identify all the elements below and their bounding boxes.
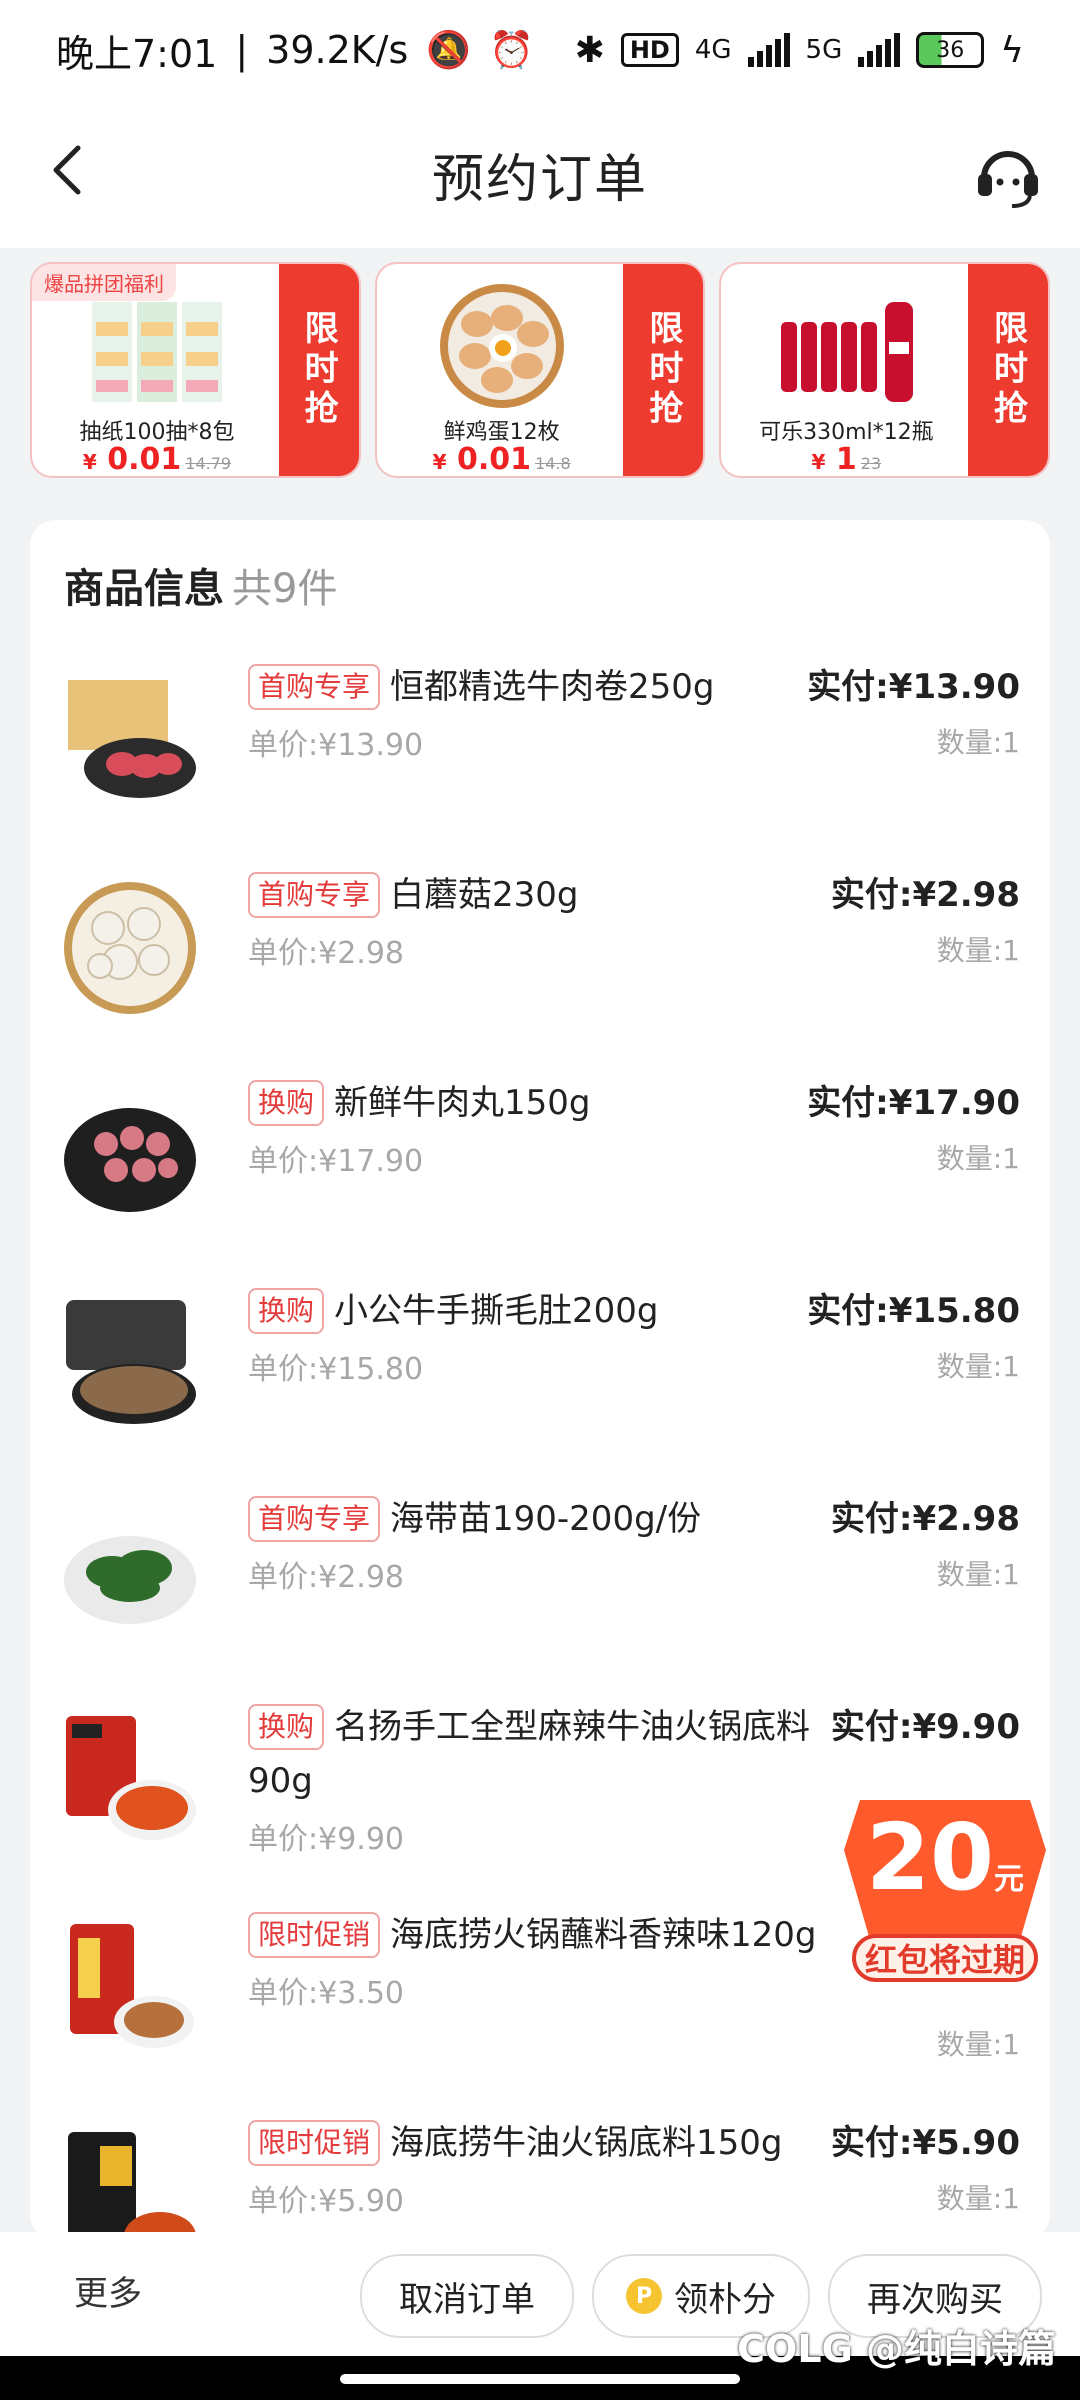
promo-badge: 换购 [248, 1080, 325, 1126]
coupon-label: 红包将过期 [864, 1941, 1025, 1979]
promo-badge: 限时促销 [248, 2120, 381, 2166]
signal-icon-2 [858, 33, 901, 67]
status-time: 晚上7:01 [56, 31, 218, 76]
coupon-unit: 元 [994, 1862, 1025, 1897]
quantity: 数量:1 [936, 2028, 1020, 2061]
net-5g-label: 5G [805, 35, 843, 65]
page-title: 预约订单 [431, 149, 648, 210]
promo-badge: 首购专享 [248, 664, 381, 710]
promo-price: ¥ 0.01 14.79 [82, 442, 232, 477]
goods-name: 海底捞火锅蘸料香辣味120g [390, 1915, 817, 1955]
unit-price: 单价:¥17.90 [248, 1144, 424, 1179]
quantity: 数量:1 [936, 1558, 1020, 1591]
network-speed: 39.2K/s [266, 28, 409, 72]
goods-name: 海带苗190-200g/份 [390, 1499, 702, 1539]
unit-price: 单价:¥5.90 [248, 2184, 404, 2219]
promo-flash-label: 限时抢 [268, 264, 359, 476]
cola-bottles-image [781, 302, 914, 402]
bluetooth-icon: ✱ [574, 29, 605, 71]
goods-name: 小公牛手撕毛肚200g [334, 1291, 659, 1331]
beef-roll-image [68, 680, 196, 798]
tissue-pack-image [92, 302, 222, 402]
unit-price: 单价:¥9.90 [248, 1822, 404, 1857]
paid-amount: 实付:¥13.90 [807, 667, 1020, 707]
dipping-sauce-image [70, 1924, 194, 2048]
battery-icon: 36 [916, 32, 985, 68]
unit-price: 单价:¥15.80 [248, 1352, 424, 1387]
beef-ball-image [64, 1108, 196, 1212]
quantity: 数量:1 [936, 934, 1020, 967]
quantity: 数量:1 [936, 726, 1020, 759]
unit-price: 单价:¥3.50 [248, 1976, 404, 2011]
more-button[interactable]: 更多 [74, 2266, 142, 2315]
net-4g-label: 4G [694, 35, 732, 65]
alarm-icon: ⏰ [489, 30, 534, 71]
quantity: 数量:1 [936, 2182, 1020, 2215]
promo-badge: 首购专享 [248, 1496, 381, 1542]
paid-amount: 实付:¥9.90 [830, 1707, 1020, 1747]
paid-amount: 实付:¥2.98 [830, 875, 1020, 915]
promo-card-eggs[interactable]: 鲜鸡蛋12枚 ¥ 0.01 14.8 限时抢 [374, 262, 706, 478]
signal-icon [747, 33, 790, 67]
coupon-float[interactable]: 20元 红包将过期 [840, 1790, 1050, 1990]
promo-badge: 限时促销 [248, 1912, 381, 1958]
paid-amount: 实付:¥5.90 [830, 2123, 1020, 2163]
hotpot-base-image [66, 1716, 196, 1840]
nav-bar: 预约订单 [0, 100, 1080, 248]
coupon-amount: 20 [865, 1804, 995, 1911]
goods-name: 海底捞牛油火锅底料150g [390, 2123, 783, 2163]
customer-service-icon[interactable] [972, 140, 1044, 212]
unit-price: 单价:¥2.98 [248, 936, 404, 971]
goods-name: 名扬手工全型麻辣牛油火锅底料90g [248, 1707, 811, 1801]
promo-badge: 换购 [248, 1704, 325, 1750]
back-arrow-icon[interactable] [40, 140, 100, 200]
goods-count: 共9件 [232, 566, 338, 612]
tripe-image [66, 1300, 196, 1424]
promo-flash-label: 限时抢 [613, 264, 704, 476]
paid-amount: 实付:¥2.98 [830, 1499, 1020, 1539]
promo-card-cola[interactable]: 可乐330ml*12瓶 ¥ 1 23 限时抢 [719, 262, 1051, 478]
promo-badge: 换购 [248, 1288, 325, 1334]
goods-name: 白蘑菇230g [390, 875, 579, 915]
promo-price: ¥ 0.01 14.8 [432, 442, 571, 477]
quantity: 数量:1 [936, 1142, 1020, 1175]
quantity: 数量:1 [936, 1350, 1020, 1383]
claim-points-label: 领朴分 [674, 2279, 776, 2320]
promo-badge: 首购专享 [248, 872, 381, 918]
promo-price: ¥ 1 23 [811, 442, 882, 477]
promo-strip: 爆品拼团福利 抽纸100抽*8包 ¥ 0.01 14.79 限时抢 鲜鸡蛋12枚 … [30, 262, 1051, 494]
paid-amount: 实付:¥17.90 [807, 1083, 1020, 1123]
beef-tallow-base-image [68, 2132, 196, 2240]
promo-card-tissue[interactable]: 爆品拼团福利 抽纸100抽*8包 ¥ 0.01 14.79 限时抢 [30, 262, 361, 478]
goods-section-title: 商品信息 共9件 [64, 566, 338, 612]
watermark: COLG @纯白诗篇 [737, 2327, 1056, 2371]
charging-icon: ϟ [1000, 29, 1024, 71]
mushroom-image [64, 882, 196, 1014]
unit-price: 单价:¥13.90 [248, 728, 424, 763]
promo-flash-label: 限时抢 [958, 264, 1049, 476]
goods-name: 恒都精选牛肉卷250g [390, 667, 715, 707]
unit-price: 单价:¥2.98 [248, 1560, 404, 1595]
status-bar: 晚上7:01 | 39.2K/s 🔕 ⏰ ✱ HD 4G 5G 36 ϟ [0, 0, 1080, 100]
mute-icon: 🔕 [426, 30, 472, 71]
goods-name: 新鲜牛肉丸150g [334, 1083, 591, 1123]
kelp-image [64, 1536, 196, 1624]
home-pill[interactable] [340, 2374, 740, 2384]
paid-amount: 实付:¥15.80 [807, 1291, 1020, 1331]
eggs-image [439, 284, 564, 408]
hd-voice-icon: HD [620, 33, 679, 67]
coin-icon: P [626, 2278, 662, 2314]
cancel-order-button[interactable]: 取消订单 [360, 2254, 574, 2338]
